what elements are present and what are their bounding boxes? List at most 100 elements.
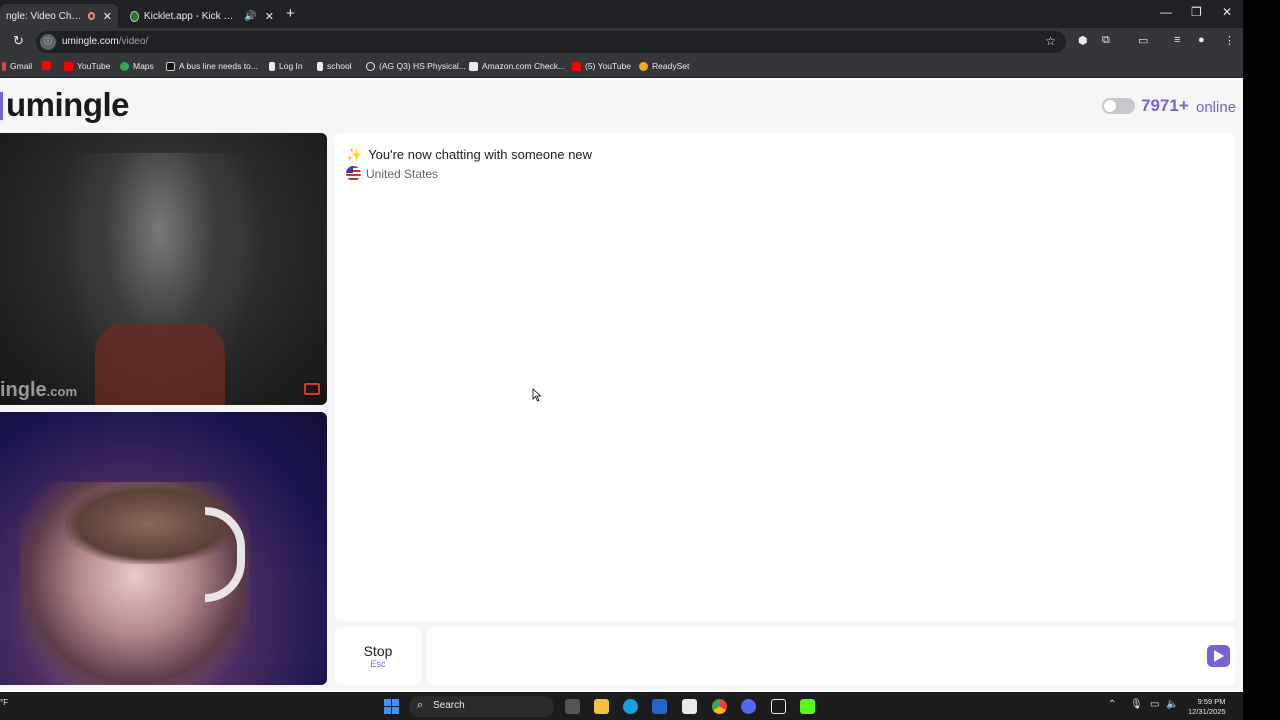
bookmark-label: Amazon.com Check... [482, 61, 566, 71]
tab-kicklet[interactable]: Kicklet.app - Kick Chatbot a 🔊 ✕ [124, 4, 280, 28]
address-bar[interactable]: ⓘ umingle.com/video/ ☆ [36, 31, 1066, 53]
send-button[interactable] [1207, 645, 1230, 667]
sparkle-icon: ✨ [346, 147, 363, 162]
discord-icon[interactable] [741, 699, 756, 714]
tab-umingle[interactable]: ngle: Video Chat with S ✕ [0, 4, 118, 28]
watermark-text: ingle [0, 379, 47, 401]
bookmark-star-icon[interactable]: ☆ [1045, 34, 1056, 48]
bookmark-school[interactable]: school [317, 61, 352, 71]
bookmark-label: school [327, 61, 352, 71]
bookmark-hs-physical[interactable]: (AG Q3) HS Physical... [366, 61, 466, 71]
tray-chevron-icon[interactable]: ⌃ [1108, 699, 1116, 710]
microphone-icon[interactable]: 🎙 [1130, 699, 1143, 710]
kick-icon[interactable] [800, 699, 815, 714]
bookmark-youtube[interactable]: YouTube [64, 61, 110, 71]
report-icon[interactable] [304, 383, 320, 395]
close-window-icon[interactable]: ✕ [1222, 5, 1232, 19]
new-tab-plus-icon[interactable]: + [286, 5, 295, 22]
url-path: /video/ [118, 36, 149, 47]
close-tab-icon[interactable]: ✕ [265, 10, 274, 23]
stop-label: Stop [363, 643, 393, 659]
edge-icon[interactable] [623, 699, 638, 714]
umingle-logo[interactable]: umingle [6, 86, 130, 124]
close-tab-icon[interactable]: ✕ [103, 10, 112, 23]
us-flag-icon [346, 166, 361, 181]
cast-icon[interactable]: ▭ [1138, 34, 1148, 47]
gmail-icon [2, 61, 6, 71]
readyset-icon [639, 61, 648, 71]
restore-icon[interactable]: ❐ [1191, 5, 1202, 19]
video-watermark: ingle.com [0, 379, 77, 402]
stranger-country: United States [346, 166, 438, 181]
bookmark-favicon-icon [317, 61, 323, 71]
network-icon[interactable]: ▭ [1150, 699, 1159, 710]
search-label: Search [433, 700, 465, 711]
screen: ngle: Video Chat with S ✕ Kicklet.app - … [0, 0, 1243, 720]
bookmark-gmail[interactable]: Gmail [2, 61, 32, 71]
menu-kebab-icon[interactable]: ⋮ [1224, 34, 1235, 47]
capcut-icon[interactable] [771, 699, 786, 714]
bookmark-readyset[interactable]: ReadySet [639, 61, 689, 71]
bookmark-maps[interactable]: Maps [120, 61, 154, 71]
site-info-icon[interactable]: ⓘ [40, 34, 56, 50]
clock[interactable]: 9:59 PM 12/31/2025 [1188, 697, 1226, 717]
message-input[interactable] [427, 627, 1235, 685]
windows-taskbar: °F ⌕ Search ⌃ 🎙 ▭ 🔈 9:59 PM 12/31/2025 [0, 692, 1243, 720]
search-icon: ⌕ [417, 699, 424, 711]
minimize-icon[interactable]: — [1160, 5, 1172, 19]
bookmark-log-in[interactable]: Log In [269, 61, 303, 71]
reload-icon[interactable]: ↻ [13, 33, 24, 49]
bookmark-amazon[interactable]: Amazon.com Check... [469, 61, 565, 71]
bookmark-label: A bus line needs to... [179, 61, 258, 71]
url-host: umingle.com [62, 36, 119, 47]
bookmark-label: YouTube [77, 61, 111, 71]
tab-title: ngle: Video Chat with S [6, 10, 84, 22]
umingle-page: umingle 7971+ online ingle.com ✨ You're n… [0, 80, 1243, 690]
stop-button[interactable]: Stop Esc [335, 627, 421, 685]
tab-title: Kicklet.app - Kick Chatbot a [143, 10, 238, 22]
task-view-icon[interactable] [565, 699, 580, 714]
clock-time: 9:59 PM [1197, 697, 1226, 706]
bookmark-label: Log In [279, 61, 303, 71]
screen-border [1243, 0, 1280, 720]
taskbar-search[interactable]: ⌕ Search [409, 696, 554, 717]
volume-icon[interactable]: 🔈 [1166, 699, 1178, 710]
profile-avatar-icon[interactable]: ● [1198, 34, 1205, 46]
bookmark-label: Maps [133, 61, 154, 71]
theme-toggle[interactable] [1102, 98, 1135, 114]
bookmark-bus-line[interactable]: A bus line needs to... [166, 61, 258, 71]
mouse-cursor-icon [532, 388, 542, 402]
bookmark-favicon-icon [269, 61, 275, 71]
amazon-icon [469, 61, 478, 71]
outlook-icon[interactable] [652, 699, 667, 714]
bookmark-youtube-icon-only[interactable] [42, 61, 55, 70]
extensions-puzzle-icon[interactable]: ⧉ [1102, 34, 1110, 47]
online-count: 7971+ [1141, 96, 1189, 115]
bookmark-label: (AG Q3) HS Physical... [379, 61, 466, 71]
system-message-text: You're now chatting with someone new [368, 147, 593, 162]
store-icon[interactable] [682, 699, 697, 714]
bookmark-youtube-5[interactable]: (5) YouTube [572, 61, 631, 71]
clock-date: 12/31/2025 [1188, 707, 1226, 716]
media-controls-icon[interactable]: ≡ [1174, 34, 1180, 46]
watermark-suffix: .com [46, 384, 78, 399]
stranger-video: ingle.com [0, 133, 327, 405]
chrome-icon[interactable] [712, 699, 727, 714]
weather-temp[interactable]: °F [0, 698, 8, 707]
globe-icon [366, 61, 375, 71]
toggle-knob [1104, 100, 1116, 112]
recording-icon [87, 12, 95, 20]
browser-tab-strip: ngle: Video Chat with S ✕ Kicklet.app - … [0, 0, 1243, 28]
youtube-icon [42, 61, 51, 70]
start-windows-icon[interactable] [384, 699, 399, 714]
browser-toolbar: ↻ ⓘ umingle.com/video/ ☆ ⬢ ⧉ ▭ ≡ ● ⋮ [0, 28, 1243, 56]
country-text: United States [366, 167, 439, 181]
maps-icon [120, 61, 129, 71]
speaker-icon[interactable]: 🔊 [244, 11, 256, 22]
extension-badge-icon[interactable]: ⬢ [1078, 34, 1088, 47]
system-message: ✨ You're now chatting with someone new [346, 147, 592, 163]
stranger-shirt [95, 323, 225, 405]
url-text: umingle.com/video/ [62, 36, 148, 47]
file-explorer-icon[interactable] [594, 699, 609, 714]
youtube-icon [572, 61, 581, 71]
